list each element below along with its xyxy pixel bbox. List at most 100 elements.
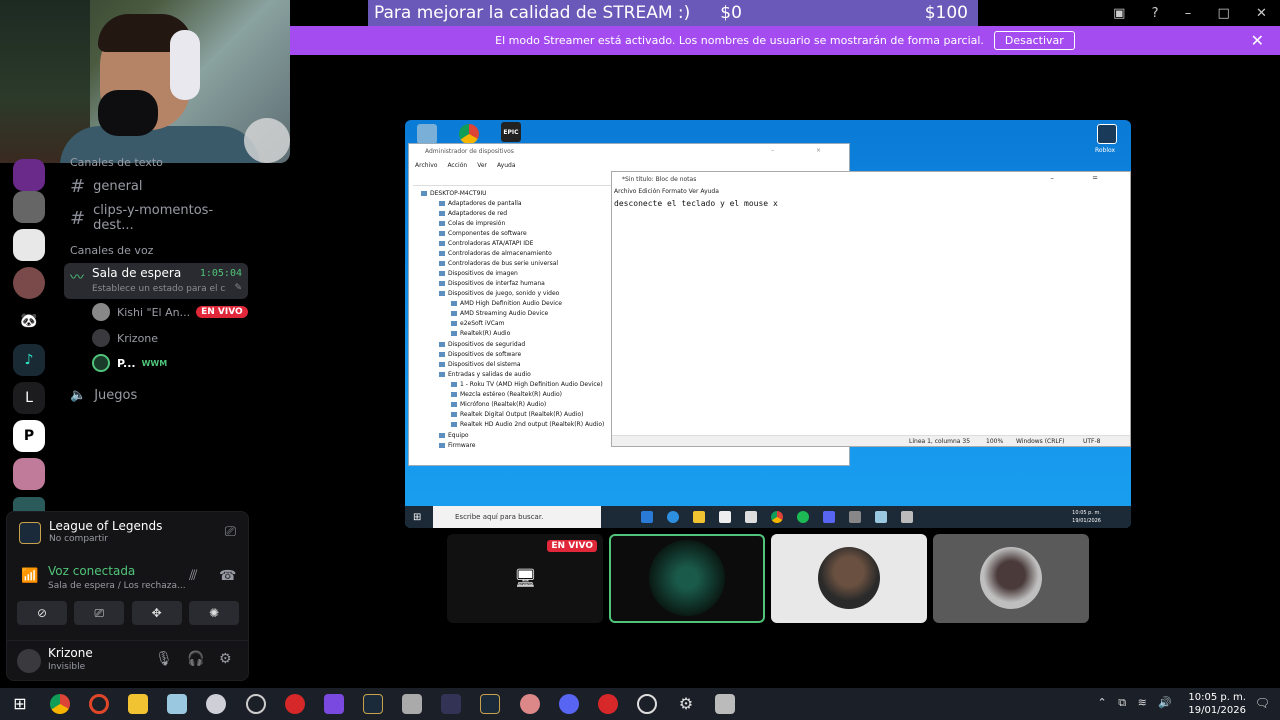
chrome-icon[interactable] [50, 694, 70, 714]
participant-tile-stream[interactable]: EN VIVO 🖥 [447, 534, 603, 623]
edit-icon[interactable]: ✎ [234, 283, 242, 293]
deactivate-button[interactable]: Desactivar [993, 31, 1075, 50]
noise-suppression-icon[interactable]: ⫻ [189, 568, 197, 584]
stream-view[interactable]: EPIC Roblox Administrador de dispositivo… [405, 120, 1131, 528]
camera-off-button[interactable]: ⊘ [17, 601, 67, 625]
tree-node: Dispositivos de interfaz humana [439, 280, 545, 287]
screen-share-button[interactable]: ⎚ [74, 601, 125, 625]
taskbar-app-icon [641, 511, 653, 523]
close-banner-icon[interactable]: ✕ [1251, 31, 1264, 50]
notepad-menu: Archivo Edición Formato Ver Ayuda [614, 188, 719, 195]
donation-goal: $100 [924, 3, 968, 23]
taskbar-app-icon[interactable] [324, 694, 344, 714]
game-name: League of Legends [49, 519, 163, 533]
window-controls: – × [771, 147, 841, 154]
tree-node: Dispositivos de juego, sonido y video [439, 290, 559, 297]
discord-icon [823, 511, 835, 523]
speaker-icon: 🔈 [70, 388, 87, 403]
maximize-icon[interactable]: □ [1217, 6, 1229, 21]
voice-user[interactable]: Kishi "El An... EN VIVO [92, 301, 248, 323]
hash-icon: # [70, 176, 86, 197]
channel-general[interactable]: # general [70, 176, 246, 197]
taskbar-app-icon[interactable] [598, 694, 618, 714]
taskbar-app-icon[interactable] [246, 694, 266, 714]
notification-icon[interactable]: 🗨 [1255, 696, 1270, 710]
tree-node: AMD Streaming Audio Device [451, 310, 548, 317]
notepad-text: desconecte el teclado y el mouse x [614, 199, 778, 208]
settings-icon[interactable]: ⚙ [219, 651, 232, 667]
voice-user-name: Krizone [117, 331, 159, 345]
server-icon[interactable] [13, 458, 45, 490]
taskbar-app-icon[interactable] [402, 694, 422, 714]
lol-client-icon[interactable] [480, 694, 500, 714]
host-clock[interactable]: 10:05 p. m. 19/01/2026 [1188, 691, 1246, 717]
disconnect-icon[interactable]: ☎ [219, 568, 236, 584]
headphones-icon[interactable]: 🎧 [187, 651, 204, 667]
streamer-message: El modo Streamer está activado. Los nomb… [495, 34, 984, 47]
menu-item: Ver [477, 162, 487, 169]
server-icon[interactable] [13, 159, 45, 191]
windows-start-icon[interactable]: ⊞ [10, 694, 30, 714]
system-tray[interactable]: ⌃ ⧉ ≋ 🔊 [1098, 696, 1176, 710]
server-music-icon[interactable]: ♪ [13, 344, 45, 376]
microphone-icon[interactable]: 🎙 [155, 651, 173, 667]
spotify-icon [797, 511, 809, 523]
participant-tile-speaking[interactable] [609, 534, 765, 623]
settings-icon[interactable]: ⚙ [676, 694, 696, 714]
monitor-icon: 🖥 [514, 568, 537, 589]
tree-node: Mezcla estéreo (Realtek(R) Audio) [451, 391, 562, 398]
discord-icon[interactable] [559, 694, 579, 714]
activities-button[interactable]: ✥ [131, 601, 182, 625]
settings-icon [849, 511, 861, 523]
taskbar-app-icon[interactable] [206, 694, 226, 714]
voice-category[interactable]: Canales de voz [70, 244, 153, 257]
server-icon[interactable] [13, 229, 45, 261]
menu-item: Ayuda [496, 162, 516, 169]
taskbar-app-icon[interactable] [167, 694, 187, 714]
voice-action-buttons: ⊘ ⎚ ✥ ✺ [17, 601, 239, 625]
minimize-icon[interactable]: – [1185, 6, 1192, 21]
voice-channel-juegos[interactable]: 🔈 Juegos [70, 388, 137, 403]
menu-item: Archivo [415, 162, 438, 169]
taskbar-app-icon[interactable] [285, 694, 305, 714]
opera-icon[interactable] [89, 694, 109, 714]
user-name[interactable]: Krizone [48, 646, 93, 660]
server-panda-icon[interactable]: 🐼 [13, 305, 45, 337]
server-icon[interactable] [13, 191, 45, 223]
inbox-icon[interactable]: ▣ [1113, 6, 1125, 21]
participant-tile[interactable] [771, 534, 927, 623]
taskbar-app-icon[interactable] [520, 694, 540, 714]
voice-connected-title[interactable]: Voz conectada [48, 564, 135, 578]
voice-user[interactable]: P... WWM [92, 352, 248, 374]
voice-user[interactable]: Krizone [92, 327, 248, 349]
tree-node: Dispositivos de seguridad [439, 341, 525, 348]
voice-status[interactable]: Establece un estado para el ca... [92, 284, 226, 294]
lol-icon[interactable] [363, 694, 383, 714]
close-window-icon[interactable]: ✕ [1256, 6, 1267, 21]
host-date: 19/01/2026 [1188, 705, 1246, 716]
taskbar-app-icon[interactable] [441, 694, 461, 714]
avatar [92, 354, 110, 372]
server-letter[interactable]: L [13, 382, 45, 414]
soundboard-button[interactable]: ✺ [188, 601, 239, 625]
play-icon[interactable] [637, 694, 657, 714]
server-icon[interactable]: P [13, 420, 45, 452]
webcam-fan [244, 118, 290, 163]
voice-channel-active[interactable]: 〰 Sala de espera 1:05:04 Establece un es… [64, 263, 248, 299]
voice-connected-location[interactable]: Sala de espera / Los rechaza... [48, 581, 186, 591]
server-icon[interactable] [13, 267, 45, 299]
avatar[interactable] [17, 649, 41, 673]
avatar [818, 547, 880, 609]
donation-goal-bar: Para mejorar la calidad de STREAM :) $0 … [368, 0, 978, 26]
help-icon[interactable]: ? [1152, 6, 1159, 21]
participant-tile[interactable] [933, 534, 1089, 623]
share-screen-icon[interactable]: ⎚ [225, 524, 236, 540]
tree-node: Realtek Digital Output (Realtek(R) Audio… [451, 411, 583, 418]
text-category[interactable]: Canales de texto [70, 156, 163, 169]
taskbar-app-icon[interactable] [715, 694, 735, 714]
channel-clips[interactable]: # clips-y-momentos-dest... [70, 203, 246, 233]
stream-search-text: Escribe aquí para buscar. [455, 513, 544, 521]
explorer-icon[interactable] [128, 694, 148, 714]
voice-user-name: P... [117, 356, 136, 370]
user-status: Invisible [48, 662, 86, 672]
